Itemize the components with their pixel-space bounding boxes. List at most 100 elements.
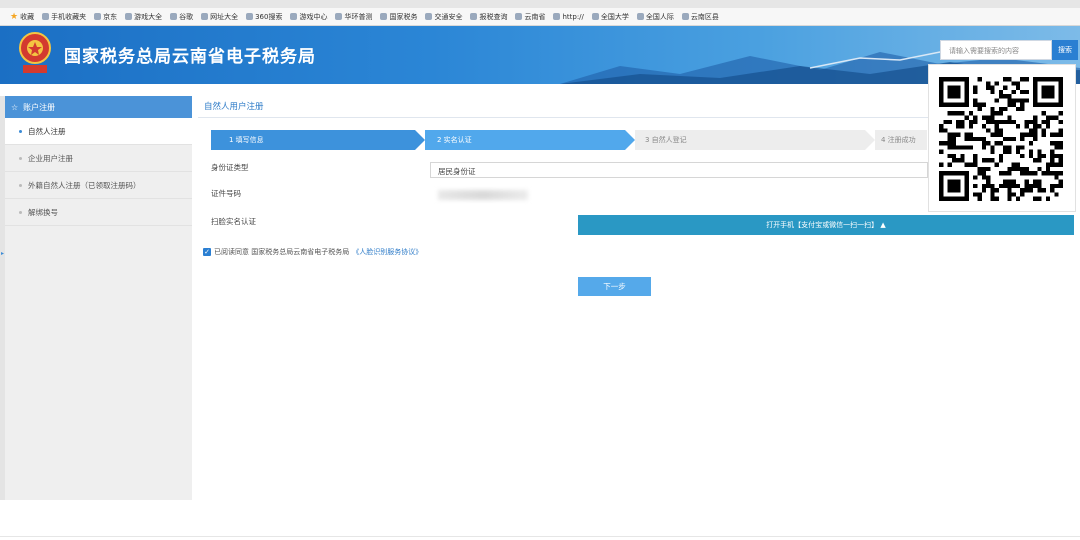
step-4: 4 注册成功 <box>875 130 927 150</box>
bookmark-icon <box>470 13 478 20</box>
search-button[interactable]: 搜索 <box>1052 40 1078 60</box>
bookmark-item[interactable]: 360搜索 <box>246 12 282 22</box>
sidebar-item-natural-person[interactable]: 自然人注册 <box>5 118 192 145</box>
id-number-value-redacted <box>438 190 528 200</box>
bookmark-item[interactable]: 华环普测 <box>335 12 372 22</box>
bookmark-item[interactable]: 手机收藏夹 <box>42 12 86 22</box>
page: ★ 收藏 手机收藏夹 京东 游戏大全 谷歌 网址大全 360搜索 游戏中心 华环普测 国家税务 交通安… <box>0 0 1080 540</box>
agreement-checkbox[interactable]: ✓ <box>203 248 211 256</box>
bookmark-item[interactable]: 谷歌 <box>170 12 193 22</box>
sidebar-item-label: 外籍自然人注册（已领取注册码） <box>28 180 141 190</box>
bookmark-label: 华环普测 <box>344 12 373 21</box>
bullet-icon <box>19 129 22 133</box>
next-step-button[interactable]: 下一步 <box>578 277 651 296</box>
star-icon: ★ <box>10 11 19 22</box>
star-icon: ☆ <box>11 102 19 112</box>
bookmark-item[interactable]: 国家税务 <box>380 12 417 22</box>
bullet-icon <box>19 156 22 160</box>
qr-code <box>939 77 1063 201</box>
step-progress: 1 填写信息 2 实名认证 3 自然人登记 4 注册成功 <box>211 130 927 150</box>
bookmark-icon <box>636 13 644 20</box>
bookmark-icon <box>246 13 254 20</box>
sidebar: ☆ 账户注册 自然人注册 企业用户注册 外籍自然人注册（已领取注册码） 解绑换号 <box>5 96 192 500</box>
bookmarks-bar: ★ 收藏 手机收藏夹 京东 游戏大全 谷歌 网址大全 360搜索 游戏中心 华环普测 国家税务 交通安… <box>0 8 1080 26</box>
bookmark-label: 网址大全 <box>210 12 239 21</box>
sidebar-item-label: 企业用户注册 <box>28 153 73 163</box>
sidebar-header-label: 账户注册 <box>23 102 56 112</box>
bookmark-label: 交通安全 <box>434 12 463 21</box>
agreement-row: ✓ 已阅读同意 国家税务总局云南省电子税务局 《人脸识别服务协议》 <box>203 247 422 257</box>
bookmark-icon <box>335 13 343 20</box>
bookmark-label: 谷歌 <box>179 12 194 21</box>
bookmark-label: 全国大学 <box>600 12 629 21</box>
site-title: 国家税务总局云南省电子税务局 <box>64 47 316 67</box>
bookmark-label: 360搜索 <box>255 12 283 21</box>
bookmark-item[interactable]: ★ 收藏 <box>10 12 34 22</box>
bookmark-icon <box>681 13 689 20</box>
id-type-label: 身份证类型 <box>211 163 249 172</box>
sidebar-item-foreign[interactable]: 外籍自然人注册（已领取注册码） <box>5 172 192 199</box>
sidebar-item-unbind[interactable]: 解绑换号 <box>5 199 192 226</box>
bookmark-item[interactable]: 云南区县 <box>681 12 719 22</box>
sidebar-item-label: 解绑换号 <box>28 207 58 217</box>
bookmark-item[interactable]: 云南省 <box>515 12 545 22</box>
bookmark-item[interactable]: 游戏大全 <box>125 12 162 22</box>
page-title: 自然人用户注册 <box>204 102 264 112</box>
bookmark-icon <box>125 13 133 20</box>
agreement-text: 已阅读同意 国家税务总局云南省电子税务局 <box>214 248 350 256</box>
sidebar-item-label: 自然人注册 <box>28 126 66 136</box>
bookmark-label: 游戏大全 <box>134 12 163 21</box>
browser-address-bar[interactable] <box>0 0 1080 8</box>
footer-divider <box>0 536 1080 537</box>
search-input[interactable]: 请输入需要搜索的内容 <box>940 40 1052 60</box>
collapse-arrow-icon[interactable]: ▸ <box>1 250 4 257</box>
bullet-icon <box>19 183 22 187</box>
bookmark-icon <box>591 13 599 20</box>
bookmark-icon <box>380 13 388 20</box>
bookmark-label: 手机收藏夹 <box>51 12 87 21</box>
bookmark-icon <box>42 13 50 20</box>
bookmark-label: 游戏中心 <box>299 12 328 21</box>
bookmark-item[interactable]: 交通安全 <box>425 12 462 22</box>
tax-emblem-icon <box>19 32 51 73</box>
id-type-select[interactable]: 居民身份证 <box>430 162 928 178</box>
bookmark-label: http:// <box>562 12 584 21</box>
step-2: 2 实名认证 <box>425 130 625 150</box>
bookmark-icon <box>170 13 178 20</box>
step-3: 3 自然人登记 <box>635 130 865 150</box>
bookmark-item[interactable]: http:// <box>553 12 584 21</box>
bookmark-label: 全国人际 <box>645 12 674 21</box>
bookmark-label: 国家税务 <box>389 12 418 21</box>
bookmark-item[interactable]: 游戏中心 <box>290 12 327 22</box>
step-1: 1 填写信息 <box>211 130 415 150</box>
bookmark-label: 收藏 <box>20 12 35 21</box>
bookmark-label: 京东 <box>103 12 118 21</box>
bookmark-icon <box>425 13 433 20</box>
bookmark-item[interactable]: 全国大学 <box>591 12 629 22</box>
step-arrow-icon <box>415 130 425 150</box>
bookmark-label: 报税查询 <box>479 12 508 21</box>
face-scan-label: 扫脸实名认证 <box>211 217 256 226</box>
sidebar-header: ☆ 账户注册 <box>5 96 192 118</box>
agreement-link[interactable]: 《人脸识别服务协议》 <box>352 247 422 257</box>
bookmark-icon <box>515 13 523 20</box>
sidebar-item-enterprise[interactable]: 企业用户注册 <box>5 145 192 172</box>
bookmark-label: 云南省 <box>524 12 546 21</box>
bookmark-item[interactable]: 报税查询 <box>470 12 507 22</box>
bullet-icon <box>19 210 22 214</box>
step-arrow-icon <box>625 130 635 150</box>
divider <box>198 117 928 118</box>
bookmark-icon <box>201 13 209 20</box>
bookmark-label: 云南区县 <box>690 12 719 21</box>
bookmark-icon <box>553 13 561 20</box>
bookmark-icon <box>94 13 102 20</box>
bookmark-icon <box>290 13 298 20</box>
face-scan-button[interactable]: 打开手机【支付宝或微信一扫一扫】 ▲ <box>578 215 1074 235</box>
step-arrow-icon <box>865 130 875 150</box>
bookmark-item[interactable]: 网址大全 <box>201 12 238 22</box>
bookmark-item[interactable]: 京东 <box>94 12 117 22</box>
qr-code-panel <box>928 64 1076 212</box>
id-number-label: 证件号码 <box>211 189 241 198</box>
bookmark-item[interactable]: 全国人际 <box>636 12 674 22</box>
site-header: 国家税务总局云南省电子税务局 请输入需要搜索的内容 搜索 <box>0 26 1080 84</box>
